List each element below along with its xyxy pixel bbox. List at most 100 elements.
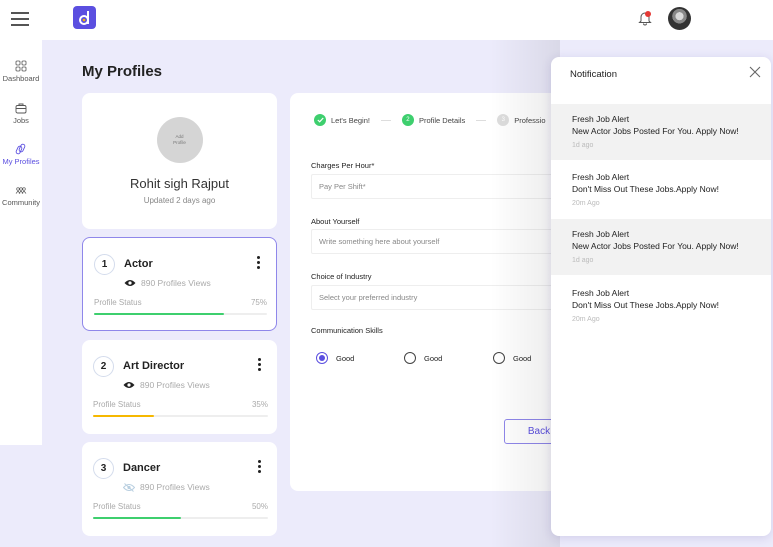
step-label[interactable]: Profile Details bbox=[419, 116, 465, 125]
role-title: Actor bbox=[124, 258, 153, 270]
notification-item[interactable]: Fresh Job Alert Don't Miss Out These Job… bbox=[551, 162, 771, 218]
briefcase-icon bbox=[15, 103, 27, 114]
notification-item-body: New Actor Jobs Posted For You. Apply Now… bbox=[572, 126, 739, 136]
role-card[interactable]: 2 Art Director 890 Profiles Views Profil… bbox=[82, 340, 277, 434]
notification-item[interactable]: Fresh Job Alert New Actor Jobs Posted Fo… bbox=[551, 219, 771, 275]
more-options-icon[interactable] bbox=[258, 358, 262, 372]
industry-label: Choice of Industry bbox=[311, 272, 372, 281]
notification-panel: Notification Fresh Job Alert New Actor J… bbox=[551, 57, 771, 536]
grid-icon bbox=[15, 60, 27, 72]
step-separator bbox=[380, 119, 391, 121]
notification-title: Notification bbox=[570, 69, 617, 80]
eye-icon bbox=[124, 280, 136, 286]
more-options-icon[interactable] bbox=[258, 460, 262, 474]
notification-item-time: 1d ago bbox=[572, 142, 594, 149]
notification-badge bbox=[645, 11, 651, 17]
notification-item-body: New Actor Jobs Posted For You. Apply Now… bbox=[572, 241, 739, 251]
close-icon[interactable] bbox=[749, 66, 761, 78]
notification-item-time: 20m Ago bbox=[572, 200, 600, 207]
profile-status-bar-fill bbox=[93, 415, 155, 417]
radio-label: Good bbox=[336, 353, 355, 363]
eye-icon bbox=[123, 382, 135, 388]
sidebar-item-community[interactable]: Community bbox=[0, 184, 42, 207]
role-number: 1 bbox=[94, 254, 115, 275]
sidebar-item-label: Jobs bbox=[13, 116, 29, 125]
notification-item-title: Fresh Job Alert bbox=[572, 288, 630, 298]
step-done-icon bbox=[314, 114, 326, 126]
notification-item-time: 20m Ago bbox=[572, 316, 600, 323]
profile-status-bar bbox=[93, 517, 268, 519]
role-number: 2 bbox=[93, 356, 114, 377]
profile-status-percent: 50% bbox=[251, 502, 268, 511]
notification-item[interactable]: Fresh Job Alert Don't Miss Out These Job… bbox=[551, 278, 771, 334]
charges-label: Charges Per Hour* bbox=[311, 161, 375, 170]
sidebar-item-jobs[interactable]: Jobs bbox=[0, 102, 42, 125]
profile-status-label: Profile Status bbox=[94, 298, 142, 307]
communication-label: Communication Skills bbox=[311, 326, 383, 335]
notification-item-title: Fresh Job Alert bbox=[572, 229, 630, 239]
role-title: Art Director bbox=[123, 360, 185, 372]
radio-unselected[interactable] bbox=[404, 352, 416, 364]
profile-status-label: Profile Status bbox=[93, 400, 141, 409]
about-label: About Yourself bbox=[311, 217, 360, 226]
profile-status-percent: 75% bbox=[250, 298, 267, 307]
community-icon bbox=[15, 187, 27, 194]
profile-name: Rohit sigh Rajput bbox=[130, 176, 229, 191]
notification-item-title: Fresh Job Alert bbox=[572, 114, 630, 124]
notification-item[interactable]: Fresh Job Alert New Actor Jobs Posted Fo… bbox=[551, 104, 771, 160]
sidebar-item-label: My Profiles bbox=[2, 157, 40, 166]
role-views: 890 Profiles Views bbox=[124, 278, 211, 288]
profile-status-bar bbox=[94, 313, 267, 315]
step-number: 2 bbox=[401, 114, 414, 126]
radio-unselected[interactable] bbox=[493, 352, 505, 364]
sidebar-item-label: Dashboard bbox=[2, 74, 40, 83]
role-title: Dancer bbox=[123, 462, 161, 474]
step-separator bbox=[476, 119, 487, 121]
role-card[interactable]: 3 Dancer 890 Profiles Views Profile Stat… bbox=[82, 442, 277, 536]
notification-item-title: Fresh Job Alert bbox=[572, 172, 630, 182]
user-avatar[interactable] bbox=[668, 7, 691, 30]
d-logo-icon bbox=[78, 10, 89, 25]
profile-status-percent: 35% bbox=[251, 400, 268, 409]
stepper: Let's Begin! 2 Profile Details 3 Profess… bbox=[314, 114, 546, 126]
eye-off-icon bbox=[123, 482, 135, 492]
profile-summary-card: Add Profile Rohit sigh Rajput Updated 2 … bbox=[82, 93, 277, 229]
communication-radio-option[interactable]: Good bbox=[493, 352, 531, 364]
sidebar-item-label: Community bbox=[2, 198, 40, 207]
top-bar bbox=[0, 0, 773, 40]
notification-item-time: 1d ago bbox=[572, 257, 594, 264]
sidebar: Dashboard Jobs My Profiles Community bbox=[0, 40, 42, 445]
notification-item-body: Don't Miss Out These Jobs.Apply Now! bbox=[572, 300, 719, 310]
profile-status-bar bbox=[93, 415, 268, 417]
step-label[interactable]: Professio bbox=[514, 116, 545, 125]
communication-radio-option[interactable]: Good bbox=[404, 352, 442, 364]
profile-details-form: Let's Begin! 2 Profile Details 3 Profess… bbox=[290, 93, 590, 491]
role-number: 3 bbox=[93, 458, 114, 479]
profile-status-bar-fill bbox=[93, 517, 181, 519]
profiles-icon bbox=[15, 143, 26, 155]
add-photo-label: Profile bbox=[173, 140, 186, 145]
hamburger-icon[interactable] bbox=[11, 12, 29, 26]
about-input[interactable]: Write something here about yourself bbox=[311, 229, 571, 254]
role-card[interactable]: 1 Actor 890 Profiles Views Profile Statu… bbox=[82, 237, 277, 331]
industry-select[interactable]: Select your preferred industry bbox=[311, 285, 571, 310]
step-number: 3 bbox=[497, 114, 510, 126]
page-title: My Profiles bbox=[82, 63, 163, 80]
sidebar-item-dashboard[interactable]: Dashboard bbox=[0, 60, 42, 83]
more-options-icon[interactable] bbox=[257, 256, 261, 270]
add-profile-photo-button[interactable]: Add Profile bbox=[156, 117, 203, 163]
role-views: 890 Profiles Views bbox=[123, 482, 210, 492]
sidebar-item-my-profiles[interactable]: My Profiles bbox=[0, 143, 42, 166]
views-count: 890 Profiles Views bbox=[140, 380, 210, 390]
charges-input[interactable]: Pay Per Shift* bbox=[311, 174, 571, 199]
radio-label: Good bbox=[424, 353, 443, 363]
radio-label: Good bbox=[513, 353, 532, 363]
app-logo[interactable] bbox=[73, 6, 96, 29]
role-views: 890 Profiles Views bbox=[123, 380, 210, 390]
step-label[interactable]: Let's Begin! bbox=[331, 116, 370, 125]
notification-item-body: Don't Miss Out These Jobs.Apply Now! bbox=[572, 184, 719, 194]
profile-status-label: Profile Status bbox=[93, 502, 141, 511]
communication-radio-option[interactable]: Good bbox=[316, 352, 354, 364]
profile-status-bar-fill bbox=[94, 313, 224, 315]
radio-selected[interactable] bbox=[316, 352, 328, 364]
